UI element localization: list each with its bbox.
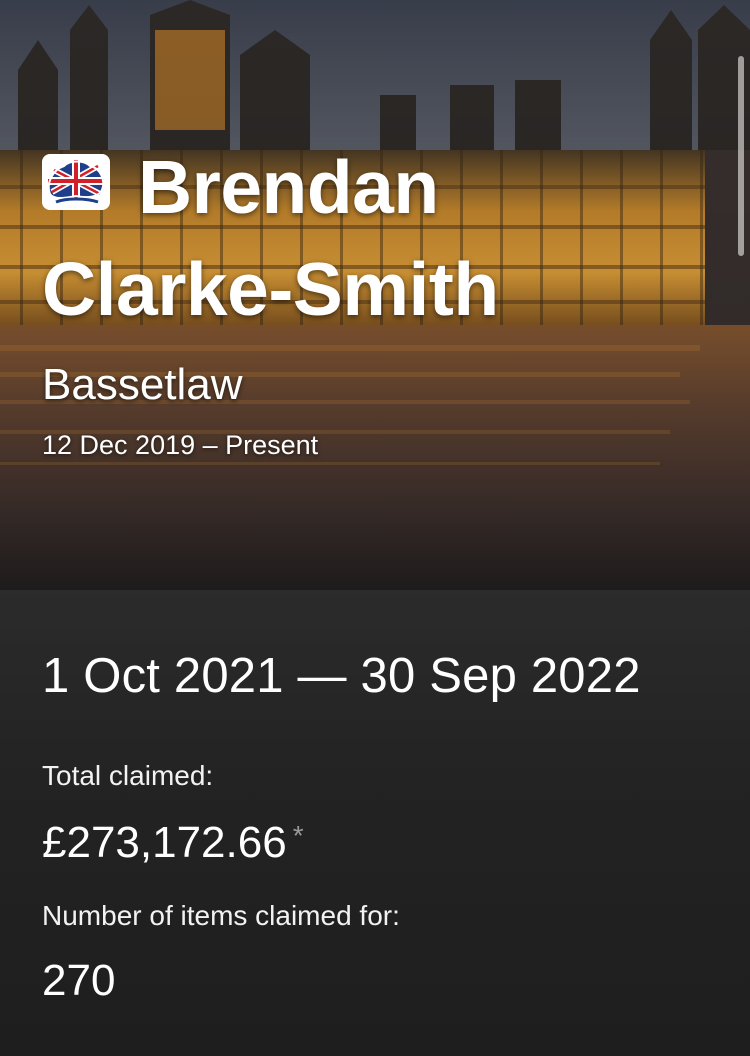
items-claimed-label: Number of items claimed for: (42, 900, 400, 931)
constituency-name: Bassetlaw (42, 360, 243, 409)
mp-name: Brendan Clarke-Smith (42, 136, 702, 340)
mp-name-block: Brendan Clarke-Smith (42, 136, 702, 340)
items-claimed-value: 270 (42, 956, 116, 1005)
hero-banner: Brendan Clarke-Smith Bassetlaw 12 Dec 20… (0, 0, 750, 590)
term-dates: 12 Dec 2019 – Present (42, 430, 319, 460)
total-claimed-label: Total claimed: (42, 760, 214, 791)
expenses-summary: 1 Oct 2021 — 30 Sep 2022 Total claimed: … (0, 590, 750, 1056)
total-claimed-value: £273,172.66 * (42, 818, 304, 868)
mp-last-name: Clarke-Smith (42, 247, 499, 331)
expenses-period: 1 Oct 2021 — 30 Sep 2022 (42, 649, 641, 703)
footnote-asterisk[interactable]: * (293, 820, 304, 851)
conservative-party-logo-icon (42, 154, 110, 210)
mp-first-name: Brendan (138, 145, 439, 229)
scrollbar[interactable] (738, 56, 744, 256)
total-claimed-amount: £273,172.66 (42, 818, 287, 867)
